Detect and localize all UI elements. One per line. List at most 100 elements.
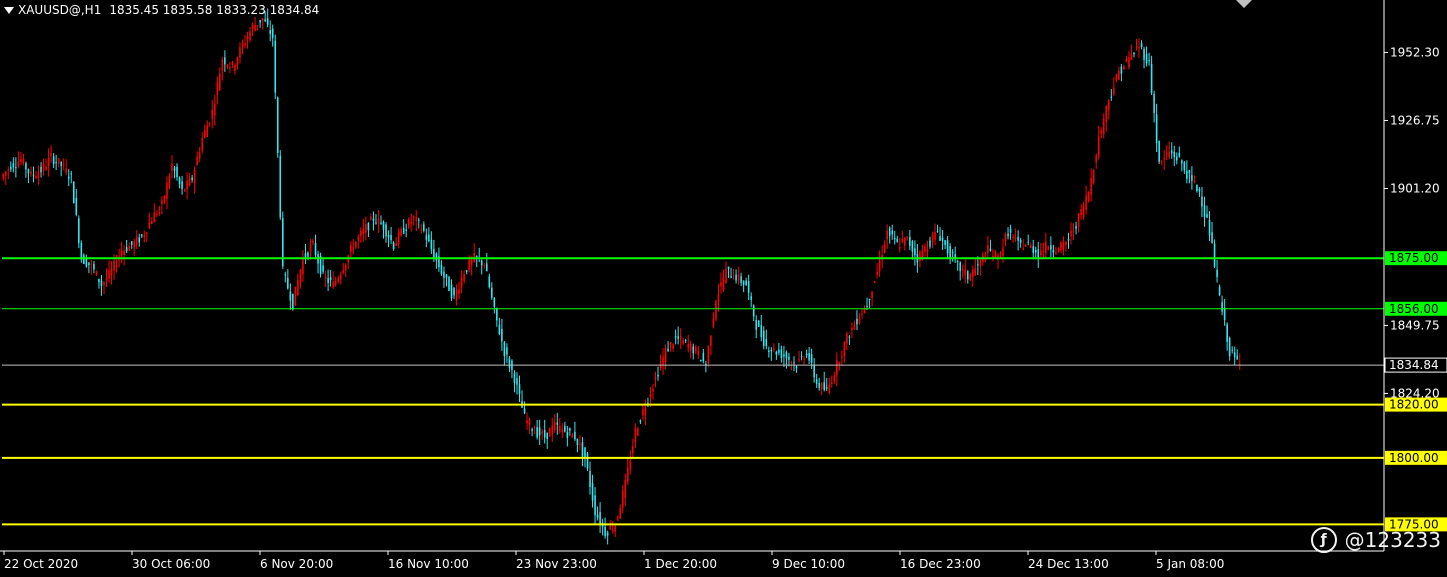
candle-body bbox=[710, 335, 712, 346]
candle-body bbox=[1120, 66, 1123, 74]
candle-body bbox=[526, 420, 528, 424]
candle-body bbox=[1032, 246, 1035, 253]
candle-body bbox=[1211, 232, 1213, 244]
candle-body bbox=[1009, 228, 1012, 233]
candle-body bbox=[329, 277, 332, 281]
y-tick-label: 1901.20 bbox=[1390, 181, 1440, 195]
candle-body bbox=[463, 274, 465, 281]
candle-body bbox=[793, 362, 795, 364]
candle-body bbox=[292, 293, 294, 309]
candle-body bbox=[513, 372, 516, 384]
candle-body bbox=[1135, 46, 1138, 48]
candle-body bbox=[93, 263, 95, 270]
candle-body bbox=[415, 217, 418, 221]
candle-body bbox=[138, 237, 141, 243]
candle-body bbox=[687, 344, 690, 348]
candle-body bbox=[496, 307, 498, 321]
candle-body bbox=[22, 158, 25, 164]
candle-body bbox=[193, 169, 196, 184]
candle-body bbox=[27, 169, 30, 174]
dropdown-triangle-icon[interactable] bbox=[4, 6, 14, 14]
candle-body bbox=[377, 218, 380, 225]
candle-body bbox=[1193, 180, 1196, 182]
candle-body bbox=[616, 516, 619, 520]
candle-body bbox=[964, 269, 967, 276]
candle-body bbox=[349, 245, 352, 252]
candle-body bbox=[1233, 352, 1236, 357]
candle-body bbox=[896, 238, 899, 243]
candle-body bbox=[1163, 157, 1165, 160]
price-chart[interactable]: 1875.001856.001820.001800.001775.00 1834… bbox=[0, 0, 1447, 577]
candle-body bbox=[241, 43, 244, 47]
candle-body bbox=[561, 429, 564, 433]
candle-body bbox=[946, 240, 949, 254]
candle-body bbox=[485, 263, 488, 272]
candle-body bbox=[644, 407, 647, 416]
candle-body bbox=[856, 318, 858, 325]
candle-body bbox=[231, 61, 234, 65]
candle-body bbox=[334, 280, 337, 286]
candle-body bbox=[752, 305, 755, 317]
candle-body bbox=[501, 328, 503, 342]
candle-body bbox=[810, 354, 813, 363]
candle-body bbox=[1107, 99, 1110, 110]
candle-body bbox=[261, 18, 264, 22]
candle-body bbox=[999, 255, 1002, 257]
candle-body bbox=[203, 130, 206, 138]
candle-body bbox=[609, 526, 611, 530]
candle-body bbox=[553, 421, 556, 431]
candle-body bbox=[904, 237, 906, 246]
candle-body bbox=[974, 268, 977, 276]
candle-body bbox=[339, 274, 342, 280]
candle-body bbox=[198, 152, 201, 159]
candle-body bbox=[707, 346, 710, 364]
candle-body bbox=[632, 446, 634, 454]
candle-body bbox=[795, 366, 798, 369]
candle-body bbox=[1173, 151, 1176, 158]
candle-body bbox=[1062, 241, 1065, 250]
candle-body bbox=[820, 383, 823, 390]
candle-body bbox=[1196, 184, 1198, 192]
candle-body bbox=[425, 235, 428, 240]
candle-body bbox=[108, 269, 110, 279]
candle-body bbox=[717, 293, 720, 302]
candle-body bbox=[589, 471, 591, 487]
candle-body bbox=[498, 325, 501, 334]
candle-body bbox=[309, 245, 312, 252]
candle-body bbox=[737, 274, 740, 281]
candle-body bbox=[372, 218, 375, 221]
candle-body bbox=[722, 278, 725, 290]
candle-body bbox=[186, 180, 188, 190]
candle-body bbox=[1057, 247, 1060, 252]
candle-body bbox=[365, 224, 367, 233]
candle-body bbox=[52, 156, 55, 165]
candle-body bbox=[443, 271, 445, 278]
candle-body bbox=[294, 286, 297, 306]
x-tick-label: 6 Nov 20:00 bbox=[260, 557, 333, 571]
candle-body bbox=[324, 276, 327, 279]
candle-body bbox=[173, 167, 176, 171]
x-tick-label: 16 Nov 10:00 bbox=[388, 557, 469, 571]
candle-body bbox=[614, 526, 617, 532]
candle-body bbox=[385, 224, 387, 237]
candle-body bbox=[966, 271, 969, 280]
candle-body bbox=[410, 221, 413, 224]
candle-body bbox=[720, 282, 722, 287]
candle-body bbox=[536, 427, 538, 438]
candle-body bbox=[201, 138, 204, 152]
candle-body bbox=[327, 278, 329, 284]
candle-body bbox=[1095, 155, 1097, 163]
candle-body bbox=[740, 276, 742, 283]
candle-body bbox=[1039, 250, 1042, 255]
candle-body bbox=[480, 260, 483, 266]
candle-body bbox=[1037, 249, 1040, 258]
x-tick-label: 1 Dec 20:00 bbox=[644, 557, 717, 571]
x-tick-label: 9 Dec 10:00 bbox=[772, 557, 845, 571]
candle-body bbox=[579, 443, 581, 445]
candle-body bbox=[961, 269, 964, 271]
candle-body bbox=[176, 166, 178, 178]
candle-body bbox=[55, 162, 57, 164]
candle-body bbox=[745, 280, 747, 286]
candle-body bbox=[1165, 153, 1168, 155]
candle-body bbox=[83, 255, 85, 265]
